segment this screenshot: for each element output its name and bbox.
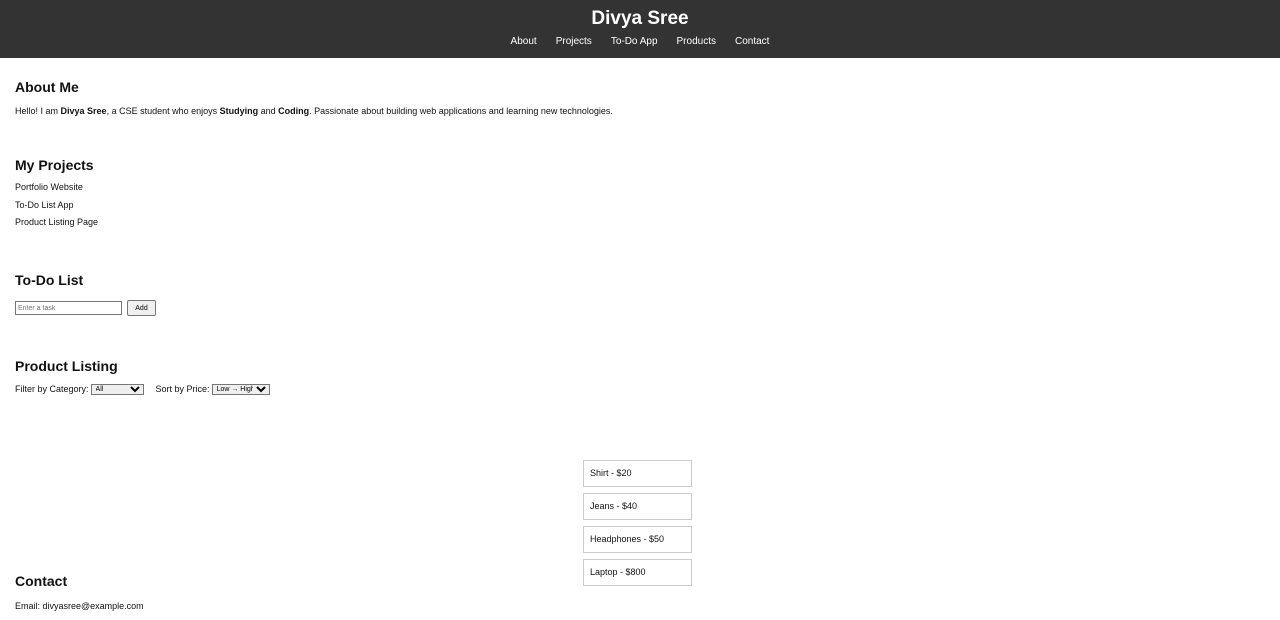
todo-heading: To-Do List bbox=[15, 272, 84, 288]
project-item: Portfolio Website bbox=[15, 182, 83, 192]
about-name: Divya Sree bbox=[60, 106, 107, 116]
category-filter-label: Filter by Category: bbox=[15, 384, 89, 394]
projects-list: Portfolio Website To-Do List App Product… bbox=[15, 181, 98, 228]
product-card: Headphones - $50 bbox=[583, 526, 692, 553]
todo-input-row: Add bbox=[15, 300, 156, 316]
category-select[interactable]: All bbox=[90, 383, 144, 395]
about-text-part: , a CSE student who enjoys bbox=[106, 106, 220, 116]
product-card: Jeans - $40 bbox=[583, 493, 692, 520]
task-input[interactable] bbox=[15, 301, 122, 315]
project-item: To-Do List App bbox=[15, 199, 74, 210]
about-hobby-coding: Coding bbox=[278, 106, 310, 116]
main-nav: About Projects To-Do App Products Contac… bbox=[0, 36, 1280, 48]
todo-section: To-Do List Add bbox=[15, 271, 156, 316]
contact-heading: Contact bbox=[15, 573, 68, 589]
product-card: Shirt - $20 bbox=[583, 460, 692, 487]
about-text-part: . Passionate about building web applicat… bbox=[309, 106, 613, 116]
about-text-part: Hello! I am bbox=[15, 106, 61, 116]
category-filter-group: Filter by Category: All bbox=[15, 383, 144, 395]
projects-heading: My Projects bbox=[15, 157, 94, 173]
site-title: Divya Sree bbox=[591, 8, 689, 29]
about-text-part: and bbox=[258, 106, 279, 116]
project-item: Product Listing Page bbox=[15, 217, 99, 227]
sort-group: Sort by Price: Low → High bbox=[156, 383, 270, 395]
nav-link-projects[interactable]: Projects bbox=[556, 36, 592, 48]
about-heading: About Me bbox=[15, 79, 79, 95]
nav-link-contact[interactable]: Contact bbox=[735, 36, 769, 48]
sort-select[interactable]: Low → High bbox=[211, 383, 270, 395]
products-section: Product Listing Filter by Category: All … bbox=[15, 357, 1265, 586]
site-header: Divya Sree About Projects To-Do App Prod… bbox=[0, 0, 1280, 58]
products-heading: Product Listing bbox=[15, 358, 118, 374]
product-filters: Filter by Category: All Sort by Price: L… bbox=[15, 383, 1265, 395]
about-section: About Me Hello! I am Divya Sree, a CSE s… bbox=[15, 78, 613, 117]
about-text: Hello! I am Divya Sree, a CSE student wh… bbox=[15, 105, 613, 117]
contact-section: Contact Email: divyasree@example.com bbox=[15, 572, 144, 612]
nav-link-todo-app[interactable]: To-Do App bbox=[611, 36, 658, 48]
product-card: Laptop - $800 bbox=[583, 559, 692, 586]
nav-link-about[interactable]: About bbox=[511, 36, 537, 48]
sort-label: Sort by Price: bbox=[155, 384, 210, 394]
product-list: Shirt - $20 Jeans - $40 Headphones - $50… bbox=[583, 460, 692, 592]
projects-section: My Projects Portfolio Website To-Do List… bbox=[15, 156, 98, 234]
nav-link-products[interactable]: Products bbox=[677, 36, 716, 48]
add-task-button[interactable]: Add bbox=[127, 300, 156, 316]
contact-email: Email: divyasree@example.com bbox=[15, 601, 144, 611]
about-hobby-studying: Studying bbox=[219, 106, 259, 116]
